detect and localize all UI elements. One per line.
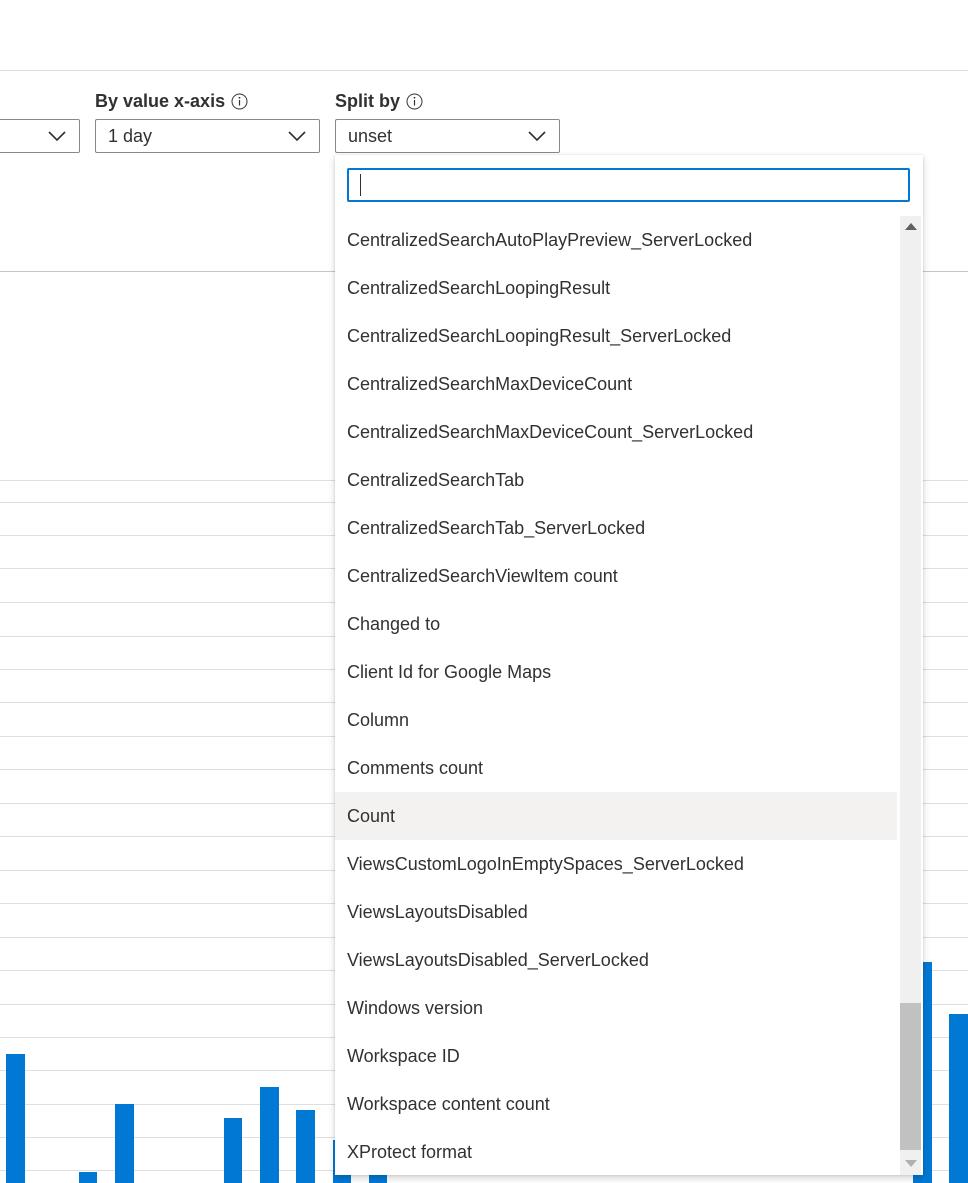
scroll-down-arrow-icon[interactable] — [905, 1160, 917, 1167]
dropdown-search-input[interactable] — [347, 168, 910, 202]
option-item[interactable]: XProtect format — [335, 1128, 897, 1175]
option-item[interactable]: Changed to — [335, 600, 897, 648]
chevron-down-icon — [528, 131, 546, 142]
info-icon[interactable] — [231, 93, 248, 110]
split-by-value: unset — [348, 125, 393, 146]
option-item[interactable]: Comments count — [335, 744, 897, 792]
by-value-x-axis-label-text: By value x-axis — [95, 90, 226, 111]
option-item[interactable]: Windows version — [335, 984, 897, 1032]
split-by-dropdown[interactable]: unset — [335, 119, 560, 153]
option-item[interactable]: Column — [335, 696, 897, 744]
by-value-x-axis-dropdown[interactable]: 1 day — [95, 119, 320, 153]
option-item[interactable]: Workspace content count — [335, 1080, 897, 1128]
chevron-down-icon — [48, 131, 66, 142]
option-item[interactable]: CentralizedSearchViewItem count — [335, 552, 897, 600]
chart-bar — [224, 1118, 242, 1183]
page: By value x-axis 1 day Split by unset Cen… — [0, 0, 968, 1183]
info-icon[interactable] — [406, 93, 423, 110]
split-by-label-text: Split by — [335, 90, 401, 111]
chart-bar — [296, 1110, 315, 1183]
option-item[interactable]: CentralizedSearchLoopingResult_ServerLoc… — [335, 312, 897, 360]
chevron-down-icon — [288, 131, 306, 142]
option-list[interactable]: CentralizedSearchAutoPlayPreview_ServerL… — [335, 216, 897, 1175]
option-item[interactable]: CentralizedSearchTab — [335, 456, 897, 504]
chart-bar — [6, 1054, 25, 1183]
scrollbar[interactable] — [900, 216, 921, 1175]
scroll-up-arrow-icon[interactable] — [905, 223, 917, 230]
by-value-x-axis-value: 1 day — [108, 125, 153, 146]
option-item[interactable]: CentralizedSearchMaxDeviceCount_ServerLo… — [335, 408, 897, 456]
option-item[interactable]: Workspace ID — [335, 1032, 897, 1080]
option-item[interactable]: ViewsLayoutsDisabled — [335, 888, 897, 936]
aggregation-dropdown[interactable] — [0, 119, 80, 153]
chart-bar — [79, 1172, 97, 1183]
option-item[interactable]: CentralizedSearchTab_ServerLocked — [335, 504, 897, 552]
option-item[interactable]: CentralizedSearchLoopingResult — [335, 264, 897, 312]
by-value-x-axis-label: By value x-axis — [95, 89, 248, 113]
option-item[interactable]: CentralizedSearchMaxDeviceCount — [335, 360, 897, 408]
option-item[interactable]: ViewsLayoutsDisabled_ServerLocked — [335, 936, 897, 984]
split-by-label: Split by — [335, 89, 423, 113]
scroll-thumb[interactable] — [900, 1003, 921, 1150]
chart-bar — [115, 1104, 134, 1183]
option-item[interactable]: Client Id for Google Maps — [335, 648, 897, 696]
text-caret — [360, 174, 361, 196]
option-item[interactable]: ViewsCustomLogoInEmptySpaces_ServerLocke… — [335, 840, 897, 888]
top-divider — [0, 70, 968, 71]
option-item-hovered[interactable]: Count — [335, 792, 897, 840]
chart-bar — [260, 1087, 279, 1183]
chart-bar — [949, 1014, 968, 1183]
split-by-dropdown-panel: CentralizedSearchAutoPlayPreview_ServerL… — [335, 155, 923, 1175]
option-item[interactable]: CentralizedSearchAutoPlayPreview_ServerL… — [335, 216, 897, 264]
